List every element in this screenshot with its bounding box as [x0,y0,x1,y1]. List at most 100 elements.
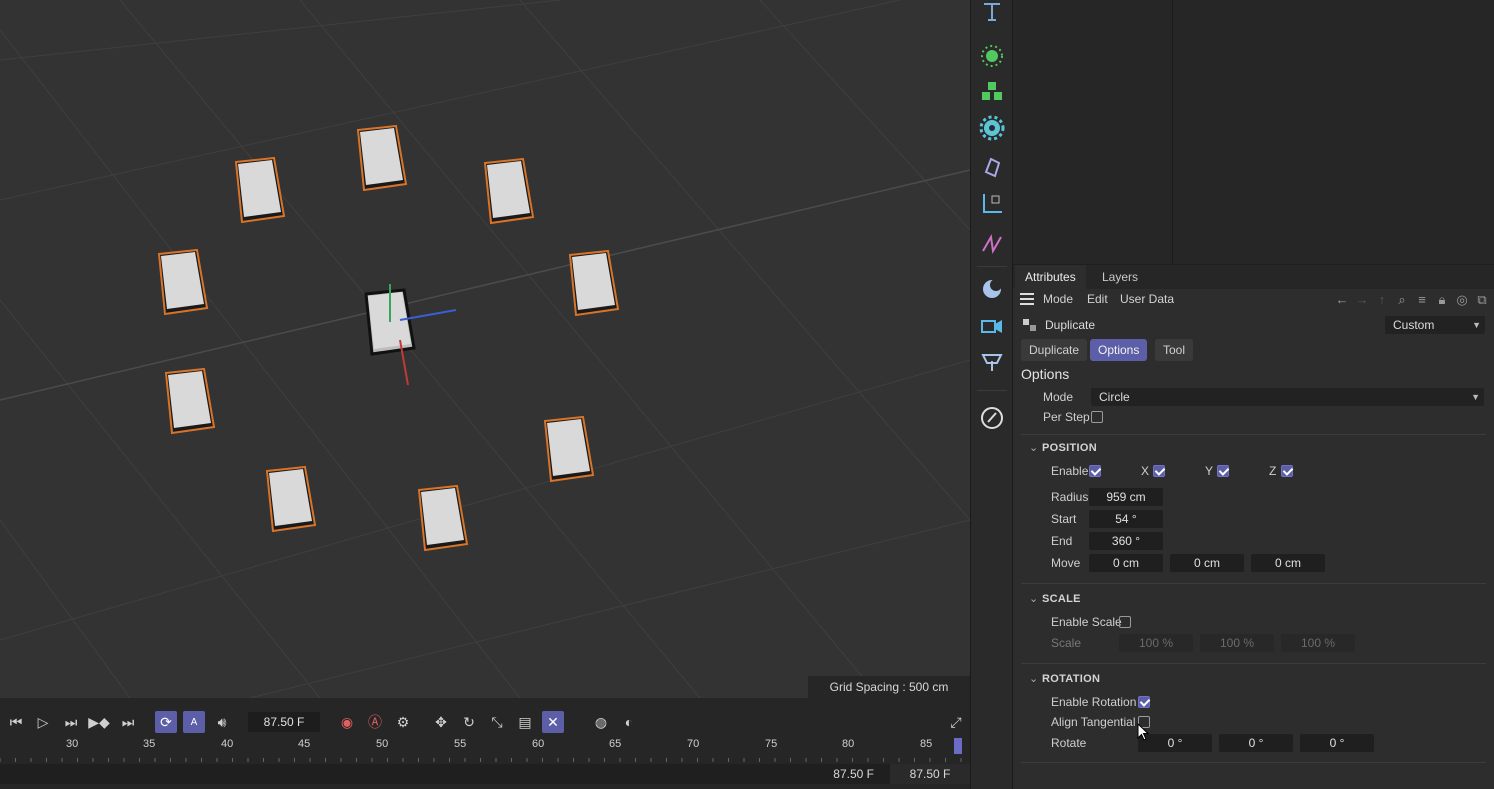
menu-mode[interactable]: Mode [1043,292,1073,306]
pos-y-checkbox[interactable] [1217,465,1229,477]
per-step-label: Per Step [1043,410,1090,424]
radius-label: Radius [1051,490,1089,504]
deformer-icon[interactable] [976,151,1008,183]
current-frame-field[interactable]: 87.50 F [248,712,320,732]
up-arrow-icon[interactable]: ↑ [1374,292,1390,308]
scale-y-field[interactable]: 100 % [1200,634,1274,652]
duplicate-tool-icon [1023,319,1036,331]
sky-icon[interactable] [976,273,1008,305]
tab-tool[interactable]: Tool [1155,339,1194,361]
tag-edit-icon[interactable] [976,402,1008,434]
align-tangential-label: Align Tangential [1051,715,1136,729]
emitter-icon[interactable] [976,40,1008,72]
mouse-cursor-icon [1137,723,1150,741]
key-settings-icon[interactable]: ⚙ [392,711,414,733]
timeline-panel: ⏮︎ ▷ ⏭︎ ▶◆ ⏭ ⟳ A 🔊︎ 87.50 F ◉ Ⓐ ⚙ ✥ ↻ ⤡ … [0,698,970,789]
cloner-icon[interactable] [976,76,1008,108]
viewport-scene[interactable] [0,0,970,698]
motion-record-icon[interactable]: ◍ [590,711,612,733]
attributes-manager: Attributes Layers Mode Edit User Data ← … [1013,265,1494,789]
rotation-group-header[interactable]: ⌄ ROTATION [1029,672,1100,686]
menu-edit[interactable]: Edit [1087,292,1108,306]
rotate-b-field[interactable]: 0 ° [1300,734,1374,752]
viewport-3d[interactable]: Grid Spacing : 500 cm [0,0,970,698]
start-label: Start [1051,512,1077,526]
record-key-icon[interactable]: ◉ [336,711,358,733]
scale-key-icon[interactable]: ⤡ [486,711,508,733]
move-x-field[interactable]: 0 cm [1089,554,1163,572]
object-manager[interactable] [1013,0,1494,264]
pos-y-label: Y [1205,464,1214,478]
new-window-icon[interactable]: ⧉ [1474,292,1490,308]
spline-icon[interactable] [976,228,1008,260]
pos-x-label: X [1141,464,1150,478]
pos-z-checkbox[interactable] [1281,465,1293,477]
end-field[interactable]: 360 ° [1089,532,1163,550]
rotate-label: Rotate [1051,736,1087,750]
position-enable-checkbox[interactable] [1089,465,1101,477]
camera-icon[interactable] [976,310,1008,342]
search-icon[interactable]: ⌕ [1394,292,1410,308]
next-frame-icon[interactable]: ⏭︎ [60,711,82,733]
clone-tiles [157,124,620,552]
scale-label: Scale [1051,636,1082,650]
move-label: Move [1051,556,1081,570]
enable-scale-checkbox[interactable] [1119,616,1131,628]
sound-icon[interactable]: 🔊︎ [211,711,233,733]
motion-system-icon[interactable]: ◐ [618,711,640,733]
param-key-icon[interactable]: ▤ [514,711,536,733]
filter-icon[interactable]: ≡ [1414,292,1430,308]
back-arrow-icon[interactable]: ← [1334,292,1350,308]
tab-options[interactable]: Options [1090,339,1148,361]
enable-rotation-label: Enable Rotation [1051,695,1137,709]
per-step-checkbox[interactable] [1091,411,1103,423]
move-z-field[interactable]: 0 cm [1251,554,1325,572]
end-label: End [1051,534,1073,548]
grid-spacing-label: Grid Spacing : 500 cm [808,676,970,698]
effector-icon[interactable] [976,112,1008,144]
scale-z-field[interactable]: 100 % [1281,634,1355,652]
start-field[interactable]: 54 ° [1089,510,1163,528]
coordinate-icon[interactable] [976,188,1008,220]
section-options-title: Options [1021,366,1070,382]
menu-hamburger-icon[interactable] [1020,293,1034,305]
menu-user-data[interactable]: User Data [1120,292,1174,306]
radius-field[interactable]: 959 cm [1089,488,1163,506]
tab-layers[interactable]: Layers [1092,265,1148,289]
autokey-mode-icon[interactable]: A [183,711,205,733]
next-key-icon[interactable]: ▶◆ [88,711,110,733]
go-end-icon[interactable]: ⏭ [117,711,139,733]
floor-icon[interactable] [976,346,1008,378]
loop-icon[interactable]: ⟳ [155,711,177,733]
rotate-p-field[interactable]: 0 ° [1219,734,1293,752]
mode-label: Mode [1043,390,1074,404]
prev-frame-icon[interactable]: ⏮︎ [5,711,27,733]
text-tool-icon[interactable] [976,0,1008,28]
preset-dropdown[interactable]: Custom ▼ [1385,316,1485,334]
pos-x-checkbox[interactable] [1153,465,1165,477]
enable-scale-label: Enable Scale [1051,615,1122,629]
autokey-icon[interactable]: Ⓐ [364,711,386,733]
object-name: Duplicate [1045,318,1096,332]
pos-z-label: Z [1269,464,1277,478]
scale-x-field[interactable]: 100 % [1119,634,1193,652]
status-frame: 87.50 F [833,767,874,781]
scale-group-header[interactable]: ⌄ SCALE [1029,592,1081,606]
tab-attributes[interactable]: Attributes [1015,265,1086,289]
forward-arrow-icon[interactable]: → [1354,292,1370,308]
enable-rotation-checkbox[interactable] [1138,696,1150,708]
play-icon[interactable]: ▷ [32,711,54,733]
rotate-key-icon[interactable]: ↻ [458,711,480,733]
timeline-expand-icon[interactable]: ⤢ [945,711,967,733]
playhead[interactable] [954,738,962,754]
target-icon[interactable]: ◎ [1454,292,1470,308]
pla-key-icon[interactable]: ✕ [542,711,564,733]
lock-icon[interactable]: 🔒︎ [1434,292,1450,308]
status-frame-field[interactable]: 87.50 F [890,764,970,784]
tab-duplicate[interactable]: Duplicate [1021,339,1088,361]
move-key-icon[interactable]: ✥ [430,711,452,733]
frame-ruler[interactable]: 30 35 40 45 50 55 60 65 70 75 80 85 [0,736,970,764]
position-group-header[interactable]: ⌄ POSITION [1029,441,1097,455]
mode-dropdown[interactable]: Circle ▼ [1091,388,1484,406]
move-y-field[interactable]: 0 cm [1170,554,1244,572]
